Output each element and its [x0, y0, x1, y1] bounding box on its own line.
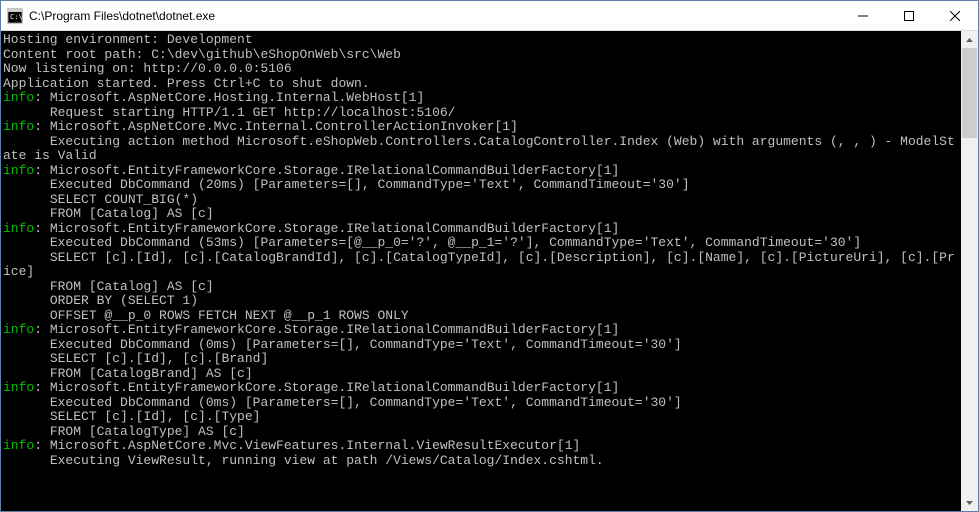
- log-text: Request starting HTTP/1.1 GET http://loc…: [3, 105, 455, 120]
- log-line: SELECT [c].[Id], [c].[Brand]: [3, 352, 961, 367]
- log-line: info: Microsoft.EntityFrameworkCore.Stor…: [3, 381, 961, 396]
- log-text: : Microsoft.AspNetCore.Mvc.Internal.Cont…: [34, 119, 518, 134]
- log-line: FROM [Catalog] AS [c]: [3, 280, 961, 295]
- log-line: Content root path: C:\dev\github\eShopOn…: [3, 48, 961, 63]
- log-text: SELECT [c].[Id], [c].[Type]: [3, 409, 260, 424]
- window-title: C:\Program Files\dotnet\dotnet.exe: [29, 9, 840, 23]
- log-text: Content root path: C:\dev\github\eShopOn…: [3, 47, 401, 62]
- log-line: FROM [CatalogType] AS [c]: [3, 425, 961, 440]
- log-text: FROM [Catalog] AS [c]: [3, 279, 214, 294]
- log-line: FROM [CatalogBrand] AS [c]: [3, 367, 961, 382]
- scroll-track[interactable]: [961, 48, 978, 494]
- svg-text:C:\: C:\: [10, 13, 23, 21]
- log-line: SELECT COUNT_BIG(*): [3, 193, 961, 208]
- log-line: Hosting environment: Development: [3, 33, 961, 48]
- console-output[interactable]: Hosting environment: DevelopmentContent …: [1, 31, 961, 511]
- log-line: info: Microsoft.EntityFrameworkCore.Stor…: [3, 222, 961, 237]
- log-text: SELECT [c].[Id], [c].[CatalogBrandId], […: [3, 250, 955, 280]
- log-text: Executing action method Microsoft.eShopW…: [3, 134, 955, 164]
- log-line: FROM [Catalog] AS [c]: [3, 207, 961, 222]
- log-line: Executed DbCommand (0ms) [Parameters=[],…: [3, 396, 961, 411]
- log-text: Hosting environment: Development: [3, 32, 253, 47]
- scroll-up-button[interactable]: [961, 31, 978, 48]
- log-text: FROM [Catalog] AS [c]: [3, 206, 214, 221]
- log-text: Executed DbCommand (0ms) [Parameters=[],…: [3, 395, 682, 410]
- log-level: info: [3, 163, 34, 178]
- log-line: Executing action method Microsoft.eShopW…: [3, 135, 961, 164]
- log-text: : Microsoft.EntityFrameworkCore.Storage.…: [34, 163, 619, 178]
- log-text: : Microsoft.AspNetCore.Hosting.Internal.…: [34, 90, 424, 105]
- log-text: ORDER BY (SELECT 1): [3, 293, 198, 308]
- log-text: FROM [CatalogBrand] AS [c]: [3, 366, 253, 381]
- titlebar[interactable]: C:\ C:\Program Files\dotnet\dotnet.exe: [1, 1, 978, 31]
- log-line: Executed DbCommand (20ms) [Parameters=[]…: [3, 178, 961, 193]
- log-line: SELECT [c].[Id], [c].[CatalogBrandId], […: [3, 251, 961, 280]
- log-line: Executed DbCommand (53ms) [Parameters=[@…: [3, 236, 961, 251]
- log-line: Now listening on: http://0.0.0.0:5106: [3, 62, 961, 77]
- log-level: info: [3, 438, 34, 453]
- log-text: Application started. Press Ctrl+C to shu…: [3, 76, 370, 91]
- log-line: info: Microsoft.EntityFrameworkCore.Stor…: [3, 164, 961, 179]
- log-text: : Microsoft.EntityFrameworkCore.Storage.…: [34, 380, 619, 395]
- log-line: ORDER BY (SELECT 1): [3, 294, 961, 309]
- log-text: : Microsoft.AspNetCore.Mvc.ViewFeatures.…: [34, 438, 580, 453]
- log-line: SELECT [c].[Id], [c].[Type]: [3, 410, 961, 425]
- log-level: info: [3, 380, 34, 395]
- window-controls: [840, 1, 978, 30]
- console-area: Hosting environment: DevelopmentContent …: [1, 31, 978, 511]
- scrollbar[interactable]: [961, 31, 978, 511]
- log-text: Executed DbCommand (0ms) [Parameters=[],…: [3, 337, 682, 352]
- log-text: SELECT COUNT_BIG(*): [3, 192, 198, 207]
- log-level: info: [3, 322, 34, 337]
- log-text: Executed DbCommand (20ms) [Parameters=[]…: [3, 177, 690, 192]
- log-text: FROM [CatalogType] AS [c]: [3, 424, 245, 439]
- console-icon: C:\: [7, 8, 23, 24]
- log-line: info: Microsoft.AspNetCore.Mvc.Internal.…: [3, 120, 961, 135]
- log-level: info: [3, 90, 34, 105]
- log-level: info: [3, 221, 34, 236]
- log-text: : Microsoft.EntityFrameworkCore.Storage.…: [34, 221, 619, 236]
- log-line: info: Microsoft.EntityFrameworkCore.Stor…: [3, 323, 961, 338]
- log-text: Executed DbCommand (53ms) [Parameters=[@…: [3, 235, 861, 250]
- log-text: Executing ViewResult, running view at pa…: [3, 453, 604, 468]
- log-level: info: [3, 119, 34, 134]
- log-text: SELECT [c].[Id], [c].[Brand]: [3, 351, 268, 366]
- log-text: : Microsoft.EntityFrameworkCore.Storage.…: [34, 322, 619, 337]
- log-text: OFFSET @__p_0 ROWS FETCH NEXT @__p_1 ROW…: [3, 308, 409, 323]
- minimize-button[interactable]: [840, 1, 886, 30]
- close-button[interactable]: [932, 1, 978, 30]
- scroll-thumb[interactable]: [962, 48, 977, 138]
- maximize-button[interactable]: [886, 1, 932, 30]
- log-text: Now listening on: http://0.0.0.0:5106: [3, 61, 292, 76]
- log-line: info: Microsoft.AspNetCore.Mvc.ViewFeatu…: [3, 439, 961, 454]
- log-line: info: Microsoft.AspNetCore.Hosting.Inter…: [3, 91, 961, 106]
- log-line: OFFSET @__p_0 ROWS FETCH NEXT @__p_1 ROW…: [3, 309, 961, 324]
- log-line: Application started. Press Ctrl+C to shu…: [3, 77, 961, 92]
- log-line: Executing ViewResult, running view at pa…: [3, 454, 961, 469]
- log-line: Executed DbCommand (0ms) [Parameters=[],…: [3, 338, 961, 353]
- scroll-down-button[interactable]: [961, 494, 978, 511]
- log-line: Request starting HTTP/1.1 GET http://loc…: [3, 106, 961, 121]
